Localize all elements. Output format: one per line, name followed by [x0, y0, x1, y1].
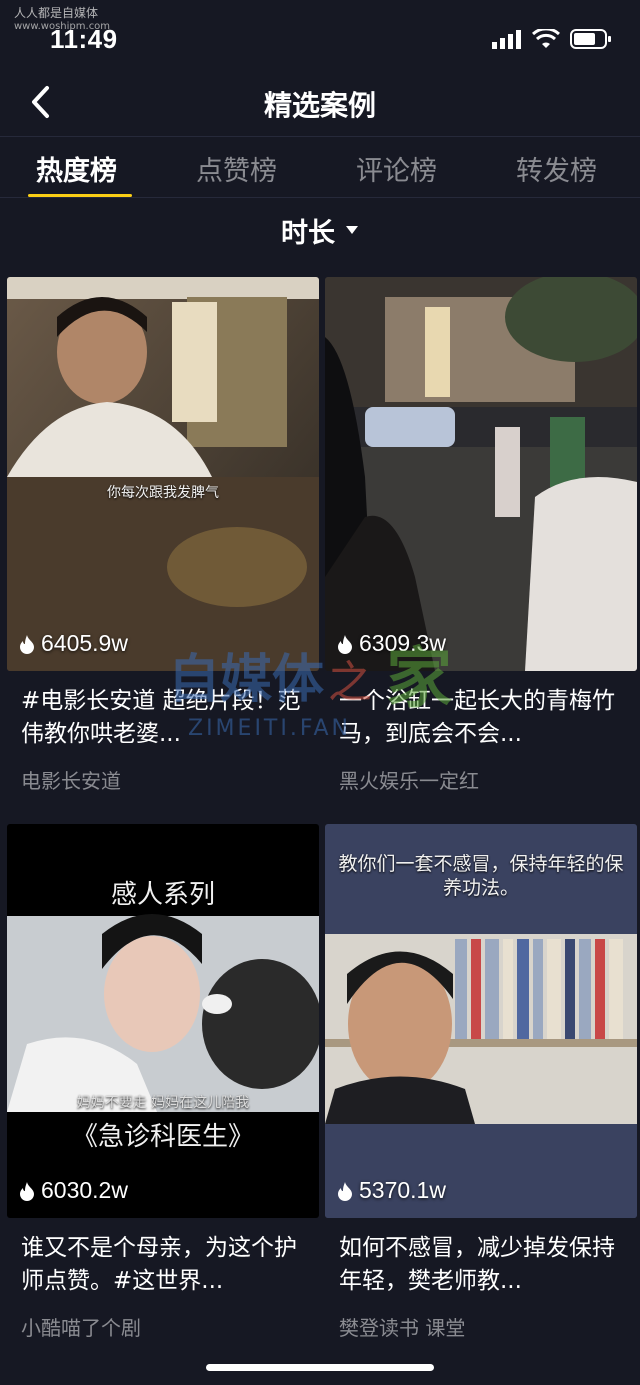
tab-popularity[interactable]: 热度榜 — [36, 149, 117, 188]
play-count: 5370.1w — [337, 1177, 446, 1204]
status-time: 11:49 — [50, 24, 118, 54]
video-thumbnail[interactable]: 你每次跟我发脾气 6405.9w — [7, 277, 319, 671]
play-count: 6030.2w — [19, 1177, 128, 1204]
caret-down-icon — [346, 226, 358, 234]
video-film-title-overlay: 《急诊科医生》 — [71, 1122, 254, 1152]
flame-icon — [20, 1181, 34, 1201]
tab-comments[interactable]: 评论榜 — [356, 149, 437, 188]
status-icons — [492, 28, 612, 50]
battery-icon — [570, 29, 611, 49]
play-count-value: 6030.2w — [41, 1177, 128, 1203]
flame-icon — [338, 634, 352, 654]
tab-shares[interactable]: 转发榜 — [516, 149, 597, 188]
play-count: 6309.3w — [337, 630, 446, 657]
video-title[interactable]: 谁又不是个母亲，为这个护师点赞。#这世界... — [21, 1232, 305, 1298]
nav-bar: 精选案例 — [0, 70, 640, 137]
video-heading-overlay: 教你们一套不感冒，保持年轻的保养功法。 — [338, 853, 624, 899]
flame-icon — [20, 634, 34, 654]
video-card[interactable]: 感人系列 妈妈不要走 妈妈在这儿陪我 《急诊科医生》 6030.2w 谁又不是个… — [7, 824, 319, 1341]
video-title[interactable]: #电影长安道 超绝片段！范伟教你哄老婆... — [21, 685, 305, 751]
duration-sort-dropdown[interactable]: 时长 — [0, 210, 640, 250]
video-thumbnail[interactable]: 教你们一套不感冒，保持年轻的保养功法。 5370.1w — [325, 824, 637, 1218]
ranking-tabs: 热度榜 点赞榜 评论榜 转发榜 — [0, 137, 640, 198]
thumbnail-image — [325, 277, 637, 671]
video-card[interactable]: 教你们一套不感冒，保持年轻的保养功法。 5370.1w 如何不感冒，减少掉发保持… — [325, 824, 637, 1341]
video-subtitle-overlay: 妈妈不要走 妈妈在这儿陪我 — [76, 1095, 250, 1111]
play-count: 6405.9w — [19, 630, 128, 657]
video-heading-overlay: 感人系列 — [110, 880, 215, 910]
status-bar: 11:49 — [0, 0, 640, 70]
play-count-value: 5370.1w — [359, 1177, 446, 1203]
play-count-value: 6405.9w — [41, 630, 128, 656]
sort-label: 时长 — [281, 217, 335, 249]
video-thumbnail[interactable]: 6309.3w — [325, 277, 637, 671]
tab-likes[interactable]: 点赞榜 — [196, 149, 277, 188]
flame-icon — [338, 1181, 352, 1201]
video-thumbnail[interactable]: 感人系列 妈妈不要走 妈妈在这儿陪我 《急诊科医生》 6030.2w — [7, 824, 319, 1218]
video-card[interactable]: 你每次跟我发脾气 6405.9w #电影长安道 超绝片段！范伟教你哄老婆... … — [7, 277, 319, 794]
video-title[interactable]: 一个浴缸一起长大的青梅竹马，到底会不会... — [339, 685, 623, 751]
video-author[interactable]: 电影长安道 — [21, 765, 305, 794]
video-title[interactable]: 如何不感冒，减少掉发保持年轻，樊老师教... — [339, 1232, 623, 1298]
video-author[interactable]: 黑火娱乐一定红 — [339, 765, 623, 794]
thumbnail-image — [7, 277, 319, 671]
video-card[interactable]: 6309.3w 一个浴缸一起长大的青梅竹马，到底会不会... 黑火娱乐一定红 — [325, 277, 637, 794]
play-count-value: 6309.3w — [359, 630, 446, 656]
video-author[interactable]: 小酷喵了个剧 — [21, 1312, 305, 1341]
video-subtitle-overlay: 你每次跟我发脾气 — [107, 485, 219, 501]
cellular-signal-icon — [492, 30, 521, 49]
page-title: 精选案例 — [263, 89, 376, 122]
wifi-icon — [532, 29, 560, 48]
video-author[interactable]: 樊登读书 课堂 — [339, 1312, 623, 1341]
home-indicator[interactable] — [206, 1364, 434, 1371]
active-tab-indicator — [28, 194, 132, 197]
